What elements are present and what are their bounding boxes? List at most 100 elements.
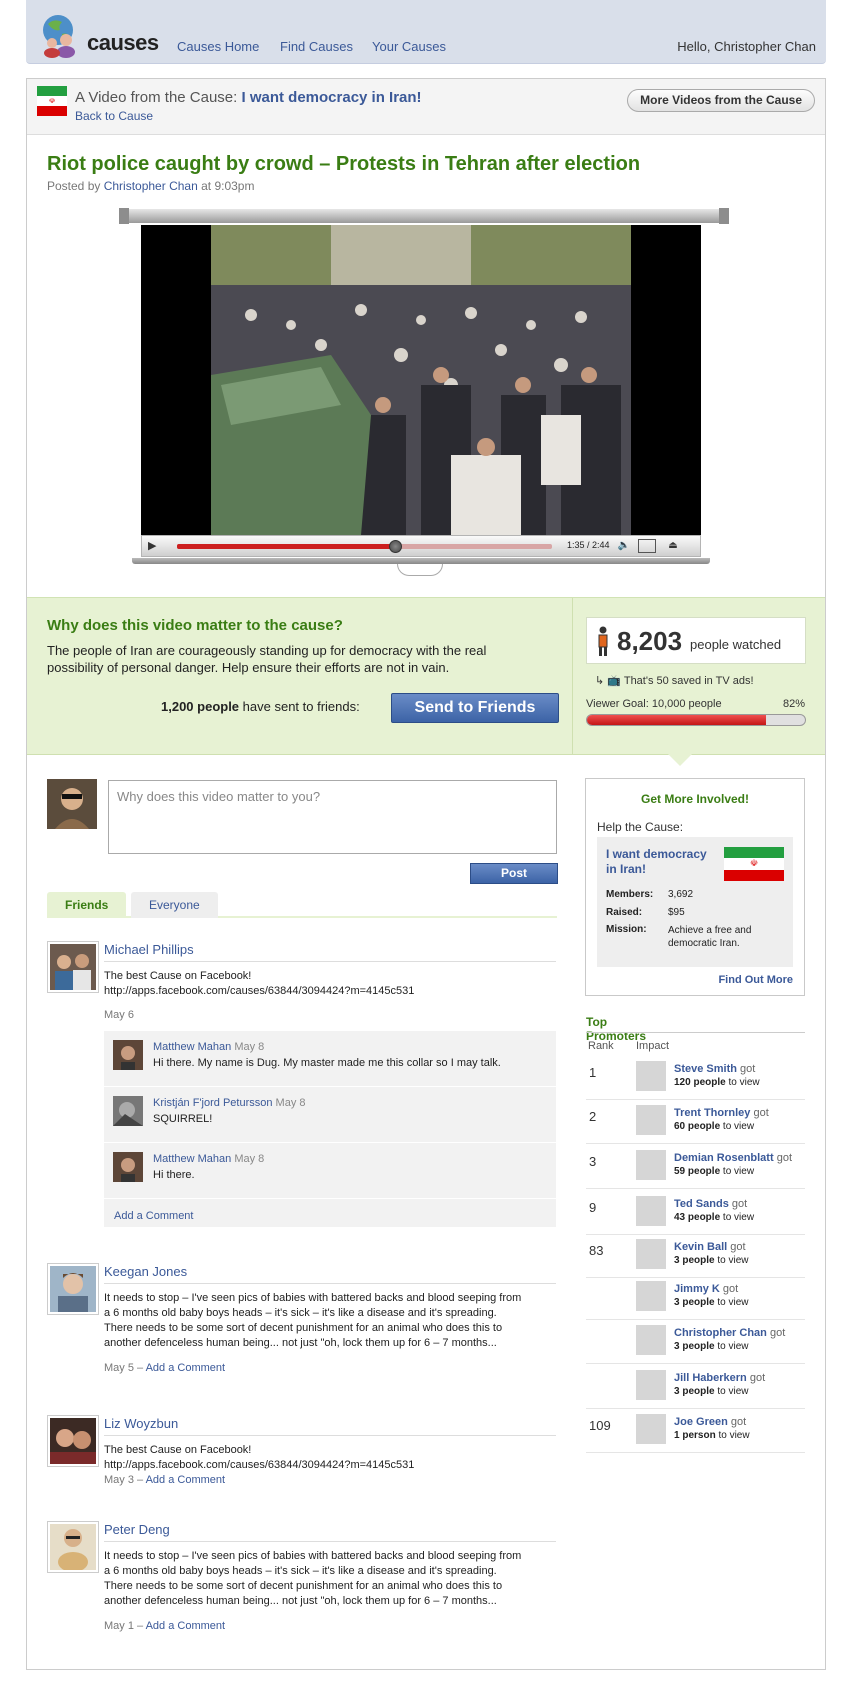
post-meta: May 3 – Add a Comment xyxy=(104,1474,225,1486)
promoter-name[interactable]: Kevin Ball xyxy=(674,1241,727,1253)
promoter-avatar[interactable] xyxy=(636,1414,666,1444)
promoter-rank: 2 xyxy=(589,1109,597,1124)
cause-link[interactable]: I want democracy in Iran! xyxy=(242,89,422,106)
promoter-name[interactable]: Christopher Chan xyxy=(674,1327,767,1339)
promoter-avatar[interactable] xyxy=(636,1325,666,1355)
video-scrubber-handle[interactable] xyxy=(388,540,402,553)
promoter-impact: 43 people to view xyxy=(674,1212,754,1223)
top-promoters-title: Top Promoters xyxy=(586,1015,647,1043)
video-player[interactable] xyxy=(141,225,701,535)
promoter-count: 60 people xyxy=(674,1121,721,1132)
post-avatar[interactable] xyxy=(47,1521,99,1573)
fullscreen-icon[interactable]: ⏏ xyxy=(664,539,682,553)
promoter-got: got xyxy=(776,1152,792,1164)
promoter-name[interactable]: Demian Rosenblatt xyxy=(674,1152,774,1164)
author-link[interactable]: Christopher Chan xyxy=(104,179,198,193)
back-to-cause-link[interactable]: Back to Cause xyxy=(75,109,153,123)
promoter-impact: 60 people to view xyxy=(674,1121,754,1132)
add-comment-link[interactable]: Add a Comment xyxy=(146,1620,225,1632)
promoter-row: 1 Steve Smith got 120 people to view xyxy=(586,1056,805,1100)
add-comment-link[interactable]: Add a Comment xyxy=(146,1362,225,1374)
promoter-name[interactable]: Steve Smith xyxy=(674,1063,737,1075)
nav-your-causes[interactable]: Your Causes xyxy=(372,39,446,54)
promoter-avatar[interactable] xyxy=(636,1061,666,1091)
promoter-suffix: to view xyxy=(714,1255,749,1266)
video-progress-bar[interactable] xyxy=(177,540,552,553)
tab-friends[interactable]: Friends xyxy=(47,892,127,918)
post-button[interactable]: Post xyxy=(470,863,558,884)
promoter-row: 83 Kevin Ball got 3 people to view xyxy=(586,1234,805,1278)
reply-author[interactable]: Kristján F'jord Petursson xyxy=(153,1097,272,1109)
promoter-name-line: Kevin Ball got xyxy=(674,1241,746,1253)
post-text: The best Cause on Facebook! http://apps.… xyxy=(104,1444,415,1471)
nav-find-causes[interactable]: Find Causes xyxy=(280,39,353,54)
comment-input[interactable]: Why does this video matter to you? xyxy=(108,780,557,854)
promoter-suffix: to view xyxy=(720,1121,755,1132)
nav-causes-home[interactable]: Causes Home xyxy=(177,39,259,54)
promoter-row: 109 Joe Green got 1 person to view xyxy=(586,1409,805,1453)
post-text: It needs to stop – I've seen pics of bab… xyxy=(104,1292,522,1349)
play-icon[interactable]: ▶ xyxy=(148,540,164,553)
promoter-rank: 9 xyxy=(589,1200,597,1215)
mission-label: Mission: xyxy=(606,924,647,935)
promoter-avatar[interactable] xyxy=(636,1281,666,1311)
video-frame[interactable] xyxy=(211,225,631,535)
post-avatar[interactable] xyxy=(47,1415,99,1467)
more-videos-button[interactable]: More Videos from the Cause xyxy=(627,89,815,112)
promoter-name[interactable]: Jimmy K xyxy=(674,1283,720,1295)
promoter-avatar[interactable] xyxy=(636,1370,666,1400)
promoter-name-line: Joe Green got xyxy=(674,1416,746,1428)
add-comment-link[interactable]: Add a Comment xyxy=(146,1474,225,1486)
members-row: Members: 3,692 xyxy=(606,889,693,900)
volume-icon[interactable]: 🔈 xyxy=(616,539,632,553)
promoter-avatar[interactable] xyxy=(636,1239,666,1269)
reply-avatar[interactable] xyxy=(113,1040,143,1070)
post-avatar[interactable] xyxy=(47,1263,99,1315)
send-to-friends-button[interactable]: Send to Friends xyxy=(391,693,559,723)
reply-date: May 8 xyxy=(275,1097,306,1109)
promoter-avatar[interactable] xyxy=(636,1196,666,1226)
cause-card-link[interactable]: I want democracy in Iran! xyxy=(606,847,716,877)
causes-logo-icon[interactable] xyxy=(36,10,84,58)
promoter-avatar[interactable] xyxy=(636,1150,666,1180)
promoter-avatar[interactable] xyxy=(636,1105,666,1135)
tab-everyone[interactable]: Everyone xyxy=(131,892,218,918)
reply-avatar[interactable] xyxy=(113,1152,143,1182)
post-author[interactable]: Michael Phillips xyxy=(104,942,194,957)
reply-author[interactable]: Matthew Mahan xyxy=(153,1153,231,1165)
logo-text[interactable]: causes xyxy=(87,30,159,56)
post-date: May 5 – xyxy=(104,1362,146,1374)
promoter-suffix: to view xyxy=(720,1166,755,1177)
promoter-suffix: to view xyxy=(715,1430,750,1441)
promoters-divider xyxy=(586,1032,805,1033)
post-author[interactable]: Keegan Jones xyxy=(104,1264,187,1279)
promoter-name[interactable]: Joe Green xyxy=(674,1416,728,1428)
post-date: May 1 – xyxy=(104,1620,146,1632)
viewer-goal-fill xyxy=(587,715,766,725)
sent-to-friends-count: 1,200 people have sent to friends: xyxy=(161,699,360,714)
reply-avatar[interactable] xyxy=(113,1096,143,1126)
find-out-more-link[interactable]: Find Out More xyxy=(718,974,793,986)
promoter-name[interactable]: Ted Sands xyxy=(674,1198,729,1210)
post-author[interactable]: Liz Woyzbun xyxy=(104,1416,178,1431)
sent-count: 1,200 people xyxy=(161,699,240,714)
watched-counter: 8,203 people watched xyxy=(586,617,806,664)
promoter-impact: 3 people to view xyxy=(674,1255,748,1266)
promoter-suffix: to view xyxy=(714,1297,749,1308)
post-author[interactable]: Peter Deng xyxy=(104,1522,170,1537)
widescreen-icon[interactable] xyxy=(638,539,656,553)
get-involved-title: Get More Involved! xyxy=(640,792,750,806)
why-text: The people of Iran are courageously stan… xyxy=(47,643,487,675)
members-value: 3,692 xyxy=(668,889,694,900)
user-avatar[interactable] xyxy=(47,779,97,829)
reply-author[interactable]: Matthew Mahan xyxy=(153,1041,231,1053)
promoter-name-line: Jimmy K got xyxy=(674,1283,738,1295)
post-avatar[interactable] xyxy=(47,941,99,993)
watched-label: people watched xyxy=(690,637,782,652)
screen-pull-handle[interactable] xyxy=(397,564,443,576)
promoter-name[interactable]: Trent Thornley xyxy=(674,1107,750,1119)
posted-by: Posted by Christopher Chan at 9:03pm xyxy=(47,179,254,193)
add-comment-link[interactable]: Add a Comment xyxy=(114,1210,193,1222)
video-from-cause: A Video from the Cause: I want democracy… xyxy=(75,89,422,106)
promoter-name[interactable]: Jill Haberkern xyxy=(674,1372,747,1384)
